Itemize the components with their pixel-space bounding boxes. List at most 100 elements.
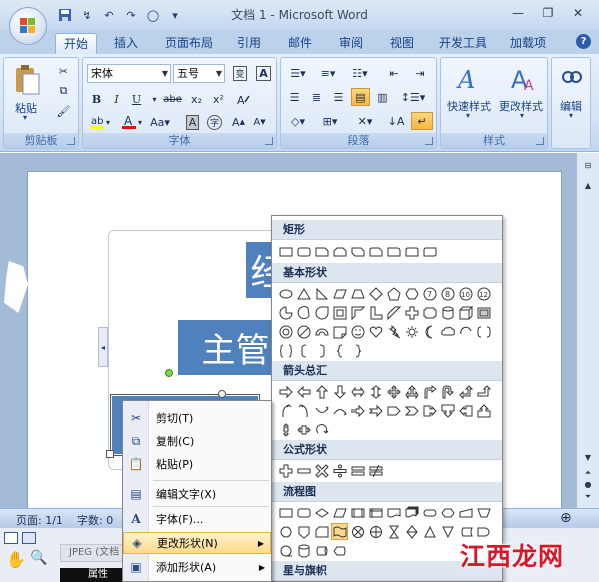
hexagon-shape-icon[interactable]	[403, 285, 420, 302]
right-bracket-shape-icon[interactable]	[313, 342, 330, 359]
right-arrow-callout-shape-icon[interactable]	[421, 402, 438, 419]
curved-right-arrow-shape-icon[interactable]	[277, 402, 294, 419]
teardrop-shape-icon[interactable]	[313, 304, 330, 321]
round-diagonal-rectangle-shape-icon[interactable]	[421, 243, 438, 260]
curved-left-arrow-shape-icon[interactable]	[295, 402, 312, 419]
quick-styles-dropdown-icon[interactable]: ▾	[463, 111, 473, 120]
snip-diagonal-rectangle-shape-icon[interactable]	[349, 243, 366, 260]
snip-two-corner-rectangle-shape-icon[interactable]	[331, 243, 348, 260]
tab-addins[interactable]: 加载项	[503, 33, 553, 54]
flowchart-decision-shape-icon[interactable]	[313, 504, 330, 521]
tab-developer[interactable]: 开发工具	[433, 33, 493, 54]
menu-item-font[interactable]: A 字体(F)...	[123, 508, 271, 530]
font-size-combo[interactable]: 五号 ▼	[173, 64, 225, 83]
donut-shape-icon[interactable]	[277, 323, 294, 340]
justify-icon[interactable]: ▤	[351, 88, 370, 106]
clipboard-launcher-icon[interactable]	[67, 137, 75, 145]
restore-icon[interactable]: ❐	[533, 4, 563, 22]
italic-icon[interactable]: I	[107, 90, 126, 108]
bold-icon[interactable]: B	[87, 90, 106, 108]
left-up-arrow-shape-icon[interactable]	[457, 383, 474, 400]
no-symbol-shape-icon[interactable]	[295, 323, 312, 340]
change-styles-icon[interactable]: AA	[503, 62, 543, 96]
arc-shape-icon[interactable]	[457, 323, 474, 340]
magnifier-icon[interactable]: 🔍	[30, 550, 47, 566]
ruler-toggle-icon[interactable]: ⊟	[580, 161, 596, 173]
left-right-arrow-shape-icon[interactable]	[349, 383, 366, 400]
line-spacing-icon[interactable]: ↕☰▾	[399, 88, 427, 106]
left-arrow-callout-shape-icon[interactable]	[457, 402, 474, 419]
font-size-dropdown-icon[interactable]: ▼	[216, 65, 222, 82]
enclose-char-icon[interactable]: 字	[205, 113, 224, 131]
sort-icon[interactable]: ↓A	[385, 112, 407, 130]
dodecagon-shape-icon[interactable]: 12	[475, 285, 492, 302]
triangle-shape-icon[interactable]	[295, 285, 312, 302]
flowchart-summing-junction-shape-icon[interactable]	[349, 523, 366, 540]
align-left-icon[interactable]: ☰	[285, 88, 304, 106]
minimize-icon[interactable]: —	[503, 4, 533, 22]
right-arrow-shape-icon[interactable]	[277, 383, 294, 400]
flowchart-magnetic-disk-shape-icon[interactable]	[295, 542, 312, 559]
decrease-indent-icon[interactable]: ⇤	[383, 64, 405, 82]
menu-item-paste[interactable]: 📋 粘贴(P)	[123, 453, 271, 475]
parallelogram-shape-icon[interactable]	[331, 285, 348, 302]
flowchart-data-shape-icon[interactable]	[331, 504, 348, 521]
grow-font-icon[interactable]: A ▲	[229, 113, 248, 131]
paste-icon[interactable]	[10, 62, 44, 98]
resize-handle-corner-icon[interactable]	[106, 450, 114, 458]
flowchart-display-shape-icon[interactable]	[331, 542, 348, 559]
office-button[interactable]	[9, 7, 47, 45]
menu-item-change-shape[interactable]: ◈ 更改形状(N) ▶	[123, 532, 271, 554]
copy-icon[interactable]: ⧉	[54, 82, 73, 100]
format-painter-icon[interactable]: 🖌	[54, 102, 73, 120]
left-arrow-shape-icon[interactable]	[295, 383, 312, 400]
bent-arrow-shape-icon[interactable]	[421, 383, 438, 400]
moon-shape-icon[interactable]	[421, 323, 438, 340]
scroll-down-icon[interactable]: ▼	[580, 453, 596, 465]
sun-shape-icon[interactable]	[403, 323, 420, 340]
tab-insert[interactable]: 插入	[106, 33, 146, 54]
flowchart-predefined-process-shape-icon[interactable]	[349, 504, 366, 521]
flowchart-connector-shape-icon[interactable]	[277, 523, 294, 540]
tab-references[interactable]: 引用	[229, 33, 269, 54]
chord-shape-icon[interactable]	[295, 304, 312, 321]
menu-item-copy[interactable]: ⧉ 复制(C)	[123, 430, 271, 452]
folded-corner-shape-icon[interactable]	[331, 323, 348, 340]
not-equal-shape-icon[interactable]	[367, 462, 384, 479]
tab-page-layout[interactable]: 页面布局	[159, 33, 219, 54]
flowchart-preparation-shape-icon[interactable]	[439, 504, 456, 521]
flowchart-direct-access-storage-shape-icon[interactable]	[313, 542, 330, 559]
oval-shape-icon[interactable]	[277, 285, 294, 302]
cloud-shape-icon[interactable]	[439, 323, 456, 340]
multilevel-list-icon[interactable]: ☷▾	[345, 64, 375, 82]
lightning-bolt-shape-icon[interactable]	[385, 323, 402, 340]
next-page-icon[interactable]: ⏷	[580, 492, 596, 504]
diamond-shape-icon[interactable]	[367, 285, 384, 302]
prev-page-icon[interactable]: ⏶	[580, 468, 596, 480]
left-bracket-shape-icon[interactable]	[295, 342, 312, 359]
bent-up-arrow-shape-icon[interactable]	[475, 383, 492, 400]
heart-shape-icon[interactable]	[367, 323, 384, 340]
numbering-icon[interactable]: ≡▾	[315, 64, 341, 82]
tab-view[interactable]: 视图	[382, 33, 422, 54]
align-right-icon[interactable]: ☰	[329, 88, 348, 106]
divide-shape-icon[interactable]	[331, 462, 348, 479]
shrink-font-icon[interactable]: A ▼	[250, 113, 269, 131]
highlight-dropdown-icon[interactable]: ▾	[103, 113, 113, 131]
hand-tool-icon[interactable]: ✋	[6, 550, 26, 569]
round-single-corner-rectangle-shape-icon[interactable]	[385, 243, 402, 260]
strikethrough-icon[interactable]: abe	[163, 90, 182, 108]
up-arrow-callout-shape-icon[interactable]	[475, 402, 492, 419]
double-bracket-shape-icon[interactable]	[475, 323, 492, 340]
change-case-aa-icon[interactable]: Aa▾	[149, 113, 171, 131]
flowchart-or-shape-icon[interactable]	[367, 523, 384, 540]
l-shape-icon[interactable]	[367, 304, 384, 321]
snip-round-rectangle-shape-icon[interactable]	[367, 243, 384, 260]
font-name-combo[interactable]: 宋体 ▼	[87, 64, 171, 83]
tab-home[interactable]: 开始	[55, 33, 97, 54]
menu-item-cut[interactable]: ✂ 剪切(T)	[123, 407, 271, 429]
chevron-shape-icon[interactable]	[403, 402, 420, 419]
font-name-dropdown-icon[interactable]: ▼	[162, 65, 168, 82]
u-turn-arrow-shape-icon[interactable]	[439, 383, 456, 400]
flowchart-card-shape-icon[interactable]	[313, 523, 330, 540]
